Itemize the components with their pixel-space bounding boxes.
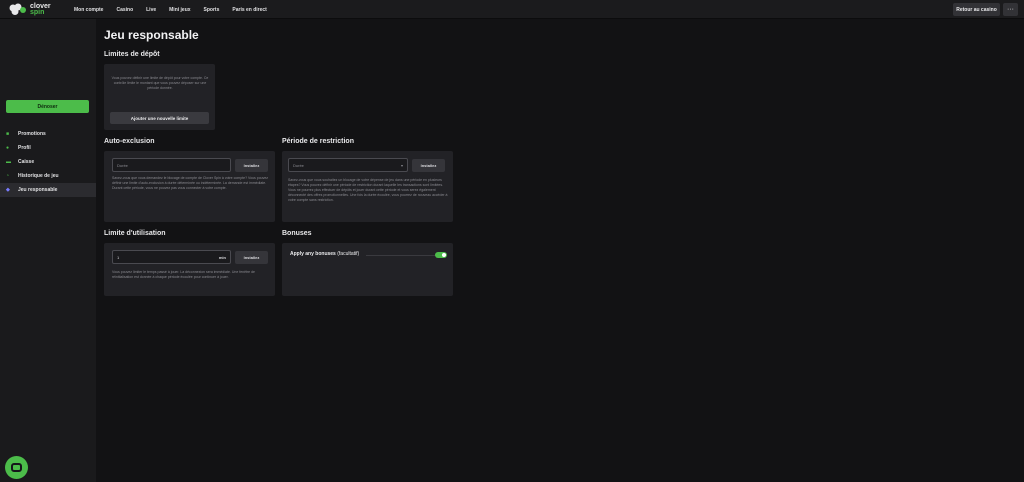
history-icon: ◔ [6,173,10,179]
sidebar-item-label: Profil [18,145,31,151]
sidebar-item-profil[interactable]: ● Profil [0,141,96,155]
deposit-button[interactable]: Dénoser [6,100,89,113]
restriction-period-install-button[interactable]: Installez [412,159,445,172]
sidebar-menu: ■ Promotions ● Profil ▬ Caisse ◔ Histori… [0,127,96,197]
gift-icon: ■ [6,131,10,137]
sidebar-item-promotions[interactable]: ■ Promotions [0,127,96,141]
usage-limit-description: Vous pouvez limiter le temps passé à jou… [112,270,255,279]
deposit-limits-card: Vous pouvez définir une limite de dépôt … [104,64,215,130]
sidebar-item-caisse[interactable]: ▬ Caisse [0,155,96,169]
more-icon[interactable]: ··· [1003,3,1018,16]
usage-limit-install-button[interactable]: Installez [235,251,268,264]
chevron-down-icon: ▾ [400,162,403,168]
shield-icon: ◆ [6,187,10,193]
back-to-casino-button[interactable]: Retour au casino [953,3,1000,16]
nav-item-paris-en-direct[interactable]: Paris en direct [232,7,266,13]
top-bar: clover spin Mon compte Casino Live Mini … [0,0,1024,19]
toggle-knob [442,253,446,257]
sidebar-item-jeu-responsable[interactable]: ◆ Jeu responsable [0,183,96,197]
deposit-limits-title: Limites de dépôt [104,51,160,58]
usage-limit-value: 1 [117,254,120,260]
usage-limit-unit: min [218,254,226,260]
self-exclusion-install-button[interactable]: Installez [235,159,268,172]
bonuses-title: Bonuses [282,230,312,237]
nav-item-mini-jeux[interactable]: Mini jeux [169,7,190,13]
sidebar-item-label: Historique de jeu [18,173,59,179]
bonus-option-label-optional: (facultatif) [335,251,360,257]
apply-bonuses-toggle[interactable] [435,252,447,258]
bonus-option-label-bold: Apply any bonuses [290,251,336,257]
usage-limit-card: 1 min Installez Vous pouvez limiter le t… [104,243,275,296]
nav-item-live[interactable]: Live [146,7,156,13]
brand-logo[interactable]: clover spin [8,2,51,17]
sidebar-item-label: Caisse [18,159,35,165]
deposit-limits-description: Vous pouvez définir une limite de dépôt … [111,76,209,90]
self-exclusion-description: Savez-vous que vous demandez le blocage … [112,176,269,190]
restriction-period-title: Période de restriction [282,138,354,145]
self-exclusion-title: Auto-exclusion [104,138,155,145]
usage-limit-input[interactable]: 1 min [112,250,231,264]
nav-item-casino[interactable]: Casino [116,7,133,13]
user-icon: ● [6,145,10,151]
sidebar: Dénoser ■ Promotions ● Profil ▬ Caisse ◔… [0,19,96,482]
restriction-period-placeholder: Durée [293,162,304,168]
nav-item-sports[interactable]: Sports [204,7,220,13]
bonus-option-label: Apply any bonuses (facultatif) [290,251,359,257]
restriction-period-card: Durée ▾ Installez Savez-vous que vous so… [282,151,453,222]
self-exclusion-duration-input[interactable]: Durée [112,158,231,172]
chat-icon[interactable] [5,456,28,479]
wallet-icon: ▬ [6,159,11,165]
add-limit-button[interactable]: Ajouter une nouvelle limite [110,112,209,124]
sidebar-item-label: Jeu responsable [18,187,58,193]
page-title: Jeu responsable [104,28,199,42]
bonuses-card: Apply any bonuses (facultatif) [282,243,453,296]
clover-logo-icon [9,3,26,15]
nav-item-mon-compte[interactable]: Mon compte [74,7,103,13]
self-exclusion-card: Durée Installez Savez-vous que vous dema… [104,151,275,222]
brand-line-2: spin [30,8,45,16]
sidebar-item-historique[interactable]: ◔ Historique de jeu [0,169,96,183]
usage-limit-title: Limite d'utilisation [104,230,166,237]
sidebar-item-label: Promotions [18,131,46,137]
divider [366,255,438,256]
restriction-period-description: Savez-vous que vous souhaitez un blocage… [288,178,448,202]
main-nav: Mon compte Casino Live Mini jeux Sports … [74,0,280,19]
restriction-period-select[interactable]: Durée ▾ [288,158,408,172]
